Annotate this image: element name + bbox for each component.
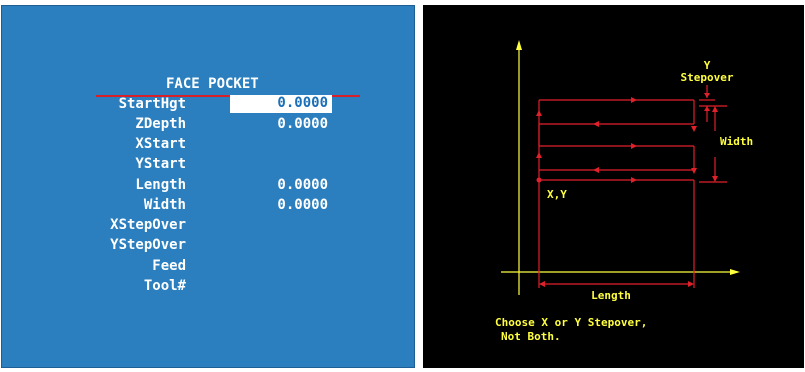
face-pocket-diagram: Y Stepover Width X,Y Length Choose X or …	[495, 40, 753, 343]
form-title: FACE POCKET	[166, 76, 259, 92]
xy-origin-label: X,Y	[547, 188, 567, 201]
starthgt-input[interactable]: 0.0000	[230, 95, 332, 113]
face-pocket-form-panel: FACE POCKET StartHgt 0.0000 ZDepth 0.000…	[1, 5, 415, 368]
length-dimension-label: Length	[591, 289, 631, 302]
width-dimension-label: Width	[720, 135, 753, 148]
zdepth-label: ZDepth	[135, 116, 186, 132]
ystart-label: YStart	[135, 156, 186, 172]
field-row-xstart: XStart	[2, 136, 416, 156]
zdepth-input[interactable]: 0.0000	[230, 116, 332, 132]
length-arrow-left-icon	[539, 281, 545, 287]
field-row-width: Width 0.0000	[2, 197, 416, 217]
y-stepover-label-line2: Stepover	[681, 71, 734, 84]
width-label: Width	[143, 197, 186, 213]
starthgt-label: StartHgt	[118, 96, 186, 112]
length-arrow-right-icon	[688, 281, 694, 287]
face-pocket-diagram-panel: Y Stepover Width X,Y Length Choose X or …	[423, 5, 804, 368]
length-input[interactable]: 0.0000	[230, 177, 332, 193]
field-row-feed: Feed	[2, 258, 416, 278]
feed-label: Feed	[152, 258, 186, 274]
xstepover-label: XStepOver	[110, 217, 186, 233]
field-row-tool: Tool#	[2, 278, 416, 298]
stepover-note-line1: Choose X or Y Stepover,	[495, 316, 647, 329]
width-arrow-down-icon	[712, 176, 718, 182]
start-point-marker	[536, 177, 542, 183]
stepover-arrow-down-icon	[704, 93, 710, 98]
stepover-arrow-up-icon	[704, 106, 710, 111]
field-row-ystepover: YStepOver	[2, 237, 416, 257]
field-row-zdepth: ZDepth 0.0000	[2, 116, 416, 136]
x-axis-arrow-icon	[730, 269, 740, 275]
width-arrow-up-icon	[712, 106, 718, 112]
xstart-label: XStart	[135, 136, 186, 152]
tool-label: Tool#	[143, 278, 186, 294]
y-stepover-dimension	[699, 85, 715, 122]
ystepover-label: YStepOver	[110, 237, 186, 253]
field-row-xstepover: XStepOver	[2, 217, 416, 237]
field-row-starthgt: StartHgt 0.0000	[2, 95, 416, 116]
y-axis-arrow-icon	[516, 40, 522, 50]
width-input[interactable]: 0.0000	[230, 197, 332, 213]
length-label: Length	[135, 177, 186, 193]
field-row-length: Length 0.0000	[2, 177, 416, 197]
stepover-note-line2: Not Both.	[501, 330, 561, 343]
field-row-ystart: YStart	[2, 156, 416, 176]
